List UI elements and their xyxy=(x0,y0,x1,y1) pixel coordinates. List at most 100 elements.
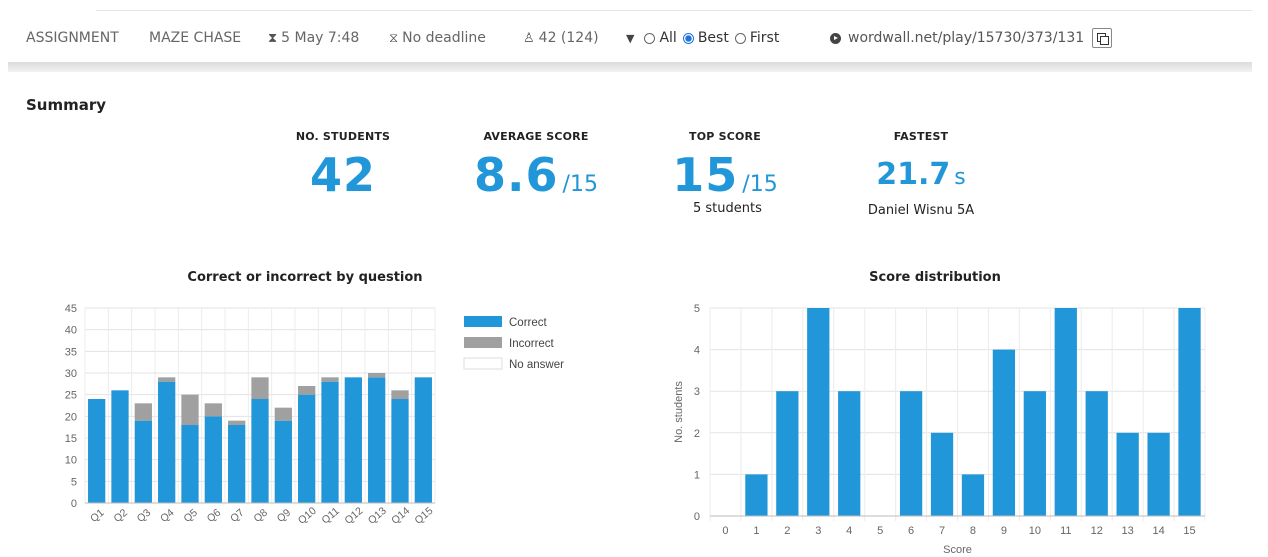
x-tick-label: 0 xyxy=(722,525,728,537)
x-tick-label: 8 xyxy=(970,525,976,537)
y-tick-label: 35 xyxy=(65,346,77,358)
bar-score xyxy=(930,432,954,516)
stat-average-label: AVERAGE SCORE xyxy=(483,130,589,143)
chart1-title: Correct or incorrect by question xyxy=(187,270,423,285)
attempt-filter: ▼ All Best First xyxy=(626,14,779,62)
top-divider-right xyxy=(1152,10,1252,11)
x-tick-label: 2 xyxy=(784,525,790,537)
copy-link-button[interactable] xyxy=(1092,28,1113,48)
bar-correct xyxy=(111,390,129,503)
stat-fastest: FASTEST 21.7 s Daniel Wisnu 5A xyxy=(856,130,986,218)
bar-correct xyxy=(158,381,176,503)
x-tick-label: Q6 xyxy=(205,507,224,525)
y-tick-label: 3 xyxy=(694,386,700,398)
bar-correct xyxy=(414,377,432,503)
x-tick-label: Q12 xyxy=(343,505,366,527)
start-date: ⧗ 5 May 7:48 xyxy=(268,14,359,62)
bar-score xyxy=(745,474,768,516)
x-tick-label: 13 xyxy=(1122,525,1134,537)
bar-incorrect xyxy=(228,420,246,425)
legend-swatch xyxy=(464,316,502,327)
bar-correct xyxy=(391,399,409,503)
y-tick-label: 25 xyxy=(65,390,77,402)
x-tick-label: Q4 xyxy=(158,507,177,525)
chart2-title: Score distribution xyxy=(869,270,1001,285)
stat-top-score-suffix: /15 xyxy=(742,172,778,197)
x-tick-label: Q13 xyxy=(366,505,389,527)
y-tick-label: 15 xyxy=(65,433,77,445)
template-label: MAZE CHASE xyxy=(149,14,241,62)
filter-first-label[interactable]: First xyxy=(750,30,779,46)
legend-label: No answer xyxy=(509,359,564,371)
filter-best-label[interactable]: Best xyxy=(698,30,729,46)
legend-swatch xyxy=(463,357,503,370)
stat-average-value: 8.6 xyxy=(474,148,559,202)
x-tick-label: Q3 xyxy=(135,507,154,525)
bar-score xyxy=(1178,308,1201,516)
bar-correct xyxy=(228,425,246,503)
x-tick-label: 4 xyxy=(846,525,852,537)
stat-average-suffix: /15 xyxy=(562,172,598,197)
assignment-info-bar: ASSIGNMENT MAZE CHASE ⧗ 5 May 7:48 ⧖ No … xyxy=(0,14,1268,62)
filter-first-radio[interactable] xyxy=(734,32,746,44)
stat-top-score: TOP SCORE 15/15 5 students xyxy=(665,130,785,216)
legend-swatch xyxy=(464,337,502,348)
participant-count-text: 42 (124) xyxy=(538,30,599,46)
bar-incorrect xyxy=(134,403,152,421)
stat-top-score-label: TOP SCORE xyxy=(689,130,761,143)
y-tick-label: 45 xyxy=(65,303,77,315)
x-tick-label: Q11 xyxy=(319,505,341,527)
deadline-text: No deadline xyxy=(402,30,486,46)
bar-correct xyxy=(251,399,269,503)
x-tick-label: 1 xyxy=(753,525,759,537)
bar-incorrect xyxy=(298,386,316,395)
bar-score xyxy=(1116,432,1139,516)
top-divider xyxy=(96,10,1152,11)
bar-incorrect xyxy=(321,377,339,382)
assignment-label: ASSIGNMENT xyxy=(26,14,119,62)
bar-incorrect xyxy=(158,377,176,382)
stat-fastest-sub: Daniel Wisnu 5A xyxy=(867,203,975,218)
bar-score xyxy=(807,308,830,516)
stat-fastest-label: FASTEST xyxy=(893,130,949,143)
stat-students-value: 42 xyxy=(309,148,376,202)
question-results-chart: 051015202530354045Q1 Q2 Q3 Q4 Q5 Q6 Q7 Q8 Q9 Q10 Q… xyxy=(65,303,564,527)
y-tick-label: 5 xyxy=(694,303,700,315)
filter-all-radio[interactable] xyxy=(644,32,656,44)
y-tick-label: 10 xyxy=(65,455,77,467)
bar-correct xyxy=(181,425,199,503)
section-divider xyxy=(8,62,1252,72)
participant-count: ♙ 42 (124) xyxy=(523,14,599,62)
template-text: MAZE CHASE xyxy=(149,30,242,46)
x-tick-label: 12 xyxy=(1091,525,1103,537)
x-tick-label: 7 xyxy=(939,525,945,537)
y-tick-label: 0 xyxy=(694,511,700,523)
x-tick-label: 10 xyxy=(1029,525,1041,537)
bar-correct xyxy=(298,394,316,503)
share-url[interactable]: wordwall.net/play/15730/373/131 xyxy=(848,30,1084,46)
bar-incorrect xyxy=(251,377,269,399)
bar-score xyxy=(776,391,799,516)
x-tick-label: 9 xyxy=(1001,525,1007,537)
filter-all-label[interactable]: All xyxy=(659,30,676,46)
user-icon: ♙ xyxy=(523,30,535,46)
bar-score xyxy=(961,474,985,516)
bar-correct xyxy=(88,399,106,503)
x-tick-label: Q15 xyxy=(413,505,436,527)
stat-average: AVERAGE SCORE 8.6/15 xyxy=(466,130,606,201)
bar-correct xyxy=(368,377,386,503)
y-axis-title: No. students xyxy=(673,381,685,443)
y-tick-label: 0 xyxy=(71,498,77,510)
bar-score xyxy=(1054,308,1077,516)
x-tick-label: Q5 xyxy=(181,507,200,525)
stat-top-score-sub: 5 students xyxy=(693,201,762,216)
bar-score xyxy=(1147,432,1170,516)
filter-best-radio[interactable] xyxy=(682,32,694,44)
bar-incorrect xyxy=(368,373,386,378)
deadline: ⧖ No deadline xyxy=(389,14,486,62)
y-tick-label: 2 xyxy=(694,428,700,440)
assignment-text: ASSIGNMENT xyxy=(26,30,119,46)
x-tick-label: Q14 xyxy=(389,505,412,527)
x-tick-label: Q9 xyxy=(275,507,294,525)
bar-score xyxy=(838,391,861,516)
